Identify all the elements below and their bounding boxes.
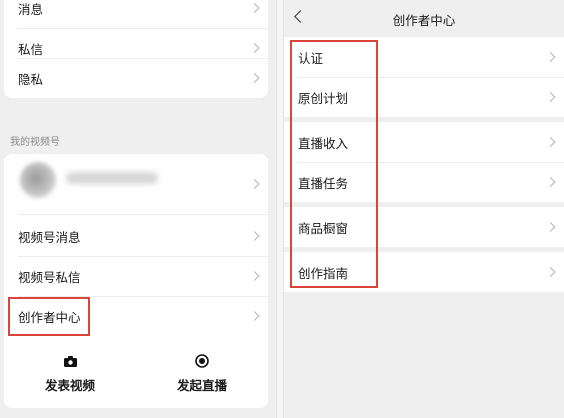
chevron-right-icon: [249, 231, 260, 241]
menu-item-label: 原创计划: [298, 90, 349, 106]
panel-divider: [276, 0, 284, 418]
menu-item-product-showcase[interactable]: 商品橱窗: [284, 207, 564, 247]
menu-item-creator-center[interactable]: 创作者中心: [4, 296, 268, 336]
left-panel: 消息 私信 隐私 我的视频号 视频号消息 视频号私信 创作者中心 发表视频 发起…: [0, 0, 276, 418]
nav-bar: 创作者中心: [284, 0, 564, 38]
group-live: 直播收入 直播任务: [284, 122, 564, 202]
chevron-right-icon: [249, 311, 260, 321]
avatar: [20, 162, 56, 198]
back-arrow-icon[interactable]: [294, 10, 307, 23]
menu-item-verification[interactable]: 认证: [284, 37, 564, 77]
action-label: 发起直播: [176, 378, 227, 393]
chevron-right-icon: [545, 267, 556, 277]
live-icon: [195, 354, 209, 368]
menu-item-creator-guide[interactable]: 创作指南: [284, 252, 564, 292]
group-shop: 商品橱窗: [284, 207, 564, 247]
menu-item-label: 私信: [18, 41, 44, 57]
menu-item-label: 直播收入: [298, 135, 349, 151]
menu-item-label: 创作指南: [298, 265, 349, 281]
menu-item-label: 隐私: [18, 71, 44, 87]
chevron-right-icon: [249, 73, 260, 83]
start-live-button[interactable]: 发起直播: [136, 344, 268, 404]
page-title: 创作者中心: [392, 12, 456, 28]
menu-item-channel-private-messages[interactable]: 视频号私信: [4, 256, 268, 296]
action-label: 发表视频: [44, 378, 95, 393]
menu-item-label: 认证: [298, 50, 324, 66]
chevron-right-icon: [545, 222, 556, 232]
menu-item-original-program[interactable]: 原创计划: [284, 77, 564, 117]
menu-item-label: 创作者中心: [18, 309, 81, 325]
channel-card: 视频号消息 视频号私信 创作者中心 发表视频 发起直播: [4, 154, 268, 408]
menu-item-label: 商品橱窗: [298, 220, 349, 236]
chevron-right-icon: [249, 3, 260, 13]
menu-item-label: 视频号消息: [18, 229, 81, 245]
chevron-right-icon: [249, 271, 260, 281]
chevron-right-icon: [545, 177, 556, 187]
menu-item-label: 视频号私信: [18, 269, 81, 285]
group-guide: 创作指南: [284, 252, 564, 292]
menu-item-live-tasks[interactable]: 直播任务: [284, 162, 564, 202]
group-verification: 认证 原创计划: [284, 37, 564, 117]
menu-item-live-income[interactable]: 直播收入: [284, 122, 564, 162]
menu-item-label: 消息: [18, 1, 44, 17]
menu-item-privacy[interactable]: 隐私: [4, 58, 268, 98]
channel-name-blurred: [66, 172, 158, 184]
quick-actions: 发表视频 发起直播: [4, 344, 268, 408]
settings-card: 消息 私信 隐私: [4, 0, 268, 98]
right-panel: 创作者中心 认证 原创计划 直播收入 直播任务 商品橱窗 创作指南: [284, 0, 564, 418]
chevron-right-icon: [545, 137, 556, 147]
post-video-button[interactable]: 发表视频: [4, 344, 136, 404]
camera-icon: [63, 354, 77, 368]
menu-item-label: 直播任务: [298, 175, 349, 191]
menu-item-channel-messages[interactable]: 视频号消息: [4, 216, 268, 256]
chevron-right-icon: [249, 179, 260, 189]
chevron-right-icon: [249, 43, 260, 53]
menu-item-messages[interactable]: 消息: [4, 0, 268, 28]
channel-profile-row[interactable]: [4, 154, 268, 214]
section-label: 我的视频号: [10, 137, 60, 148]
chevron-right-icon: [545, 92, 556, 102]
chevron-right-icon: [545, 52, 556, 62]
